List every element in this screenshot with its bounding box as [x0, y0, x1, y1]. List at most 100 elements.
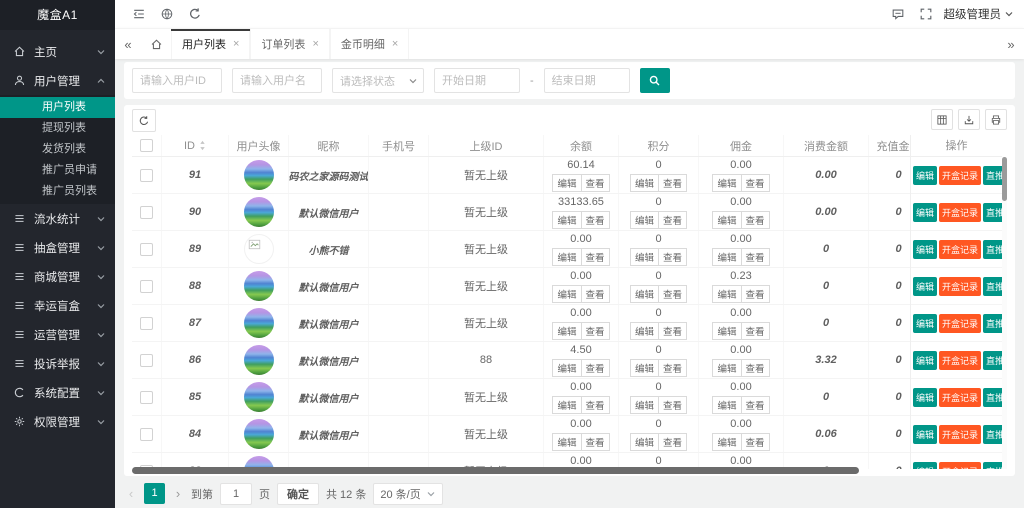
sidebar-item[interactable]: 流水统计: [0, 204, 115, 233]
clear-cache-icon[interactable]: [153, 0, 181, 28]
page-size-select[interactable]: 20 条/页: [373, 483, 442, 505]
prev-page-button[interactable]: ‹: [125, 486, 137, 501]
cell-edit-button[interactable]: 编辑: [712, 396, 741, 414]
row-checkbox[interactable]: [140, 243, 153, 256]
cell-view-button[interactable]: 查看: [582, 396, 610, 414]
action-direct-team-button[interactable]: 直推团队: [983, 314, 1002, 333]
cell-edit-button[interactable]: 编辑: [552, 211, 581, 229]
print-icon[interactable]: [985, 109, 1007, 130]
sidebar-subitem[interactable]: 用户列表: [0, 97, 115, 118]
page-number-button[interactable]: 1: [144, 483, 165, 504]
cell-view-button[interactable]: 查看: [742, 359, 770, 377]
cell-edit-button[interactable]: 编辑: [630, 322, 659, 340]
tabs-scroll-left-button[interactable]: «: [115, 29, 141, 59]
cell-view-button[interactable]: 查看: [582, 174, 610, 192]
tab-close-icon[interactable]: ×: [233, 38, 239, 50]
fullscreen-icon[interactable]: [912, 0, 940, 28]
cell-edit-button[interactable]: 编辑: [552, 285, 581, 303]
action-edit-button[interactable]: 编辑: [913, 425, 937, 444]
cell-edit-button[interactable]: 编辑: [712, 433, 741, 451]
sidebar-subitem[interactable]: 推广员列表: [0, 181, 115, 202]
cell-view-button[interactable]: 查看: [582, 248, 610, 266]
action-open-box-record-button[interactable]: 开盒记录: [939, 314, 981, 333]
cell-edit-button[interactable]: 编辑: [630, 359, 659, 377]
sidebar-subitem[interactable]: 发货列表: [0, 139, 115, 160]
refresh-page-icon[interactable]: [181, 0, 209, 28]
action-open-box-record-button[interactable]: 开盒记录: [939, 388, 981, 407]
cell-edit-button[interactable]: 编辑: [552, 322, 581, 340]
sidebar-item[interactable]: 运营管理: [0, 320, 115, 349]
tab-close-icon[interactable]: ×: [312, 38, 318, 50]
cell-edit-button[interactable]: 编辑: [552, 433, 581, 451]
tab-item[interactable]: 订单列表×: [250, 29, 329, 59]
action-open-box-record-button[interactable]: 开盒记录: [939, 240, 981, 259]
export-icon[interactable]: [958, 109, 980, 130]
action-edit-button[interactable]: 编辑: [913, 277, 937, 296]
cell-view-button[interactable]: 查看: [582, 285, 610, 303]
cell-view-button[interactable]: 查看: [582, 322, 610, 340]
end-date-input[interactable]: [544, 68, 630, 93]
cell-view-button[interactable]: 查看: [659, 322, 687, 340]
action-edit-button[interactable]: 编辑: [913, 240, 937, 259]
cell-view-button[interactable]: 查看: [659, 433, 687, 451]
admin-dropdown[interactable]: 超级管理员: [944, 6, 1015, 22]
horizontal-scrollbar-thumb[interactable]: [132, 467, 859, 474]
cell-edit-button[interactable]: 编辑: [552, 174, 581, 192]
home-tab-icon[interactable]: [141, 29, 171, 59]
cell-edit-button[interactable]: 编辑: [712, 359, 741, 377]
action-edit-button[interactable]: 编辑: [913, 314, 937, 333]
action-edit-button[interactable]: 编辑: [913, 166, 937, 185]
cell-view-button[interactable]: 查看: [742, 396, 770, 414]
cell-edit-button[interactable]: 编辑: [712, 285, 741, 303]
action-direct-team-button[interactable]: 直推团队: [983, 351, 1002, 370]
action-open-box-record-button[interactable]: 开盒记录: [939, 277, 981, 296]
sidebar-item[interactable]: 幸运盲盒: [0, 291, 115, 320]
next-page-button[interactable]: ›: [172, 486, 184, 501]
action-direct-team-button[interactable]: 直推团队: [983, 277, 1002, 296]
row-checkbox[interactable]: [140, 354, 153, 367]
cell-edit-button[interactable]: 编辑: [552, 359, 581, 377]
cell-view-button[interactable]: 查看: [582, 359, 610, 377]
cell-edit-button[interactable]: 编辑: [712, 248, 741, 266]
cell-edit-button[interactable]: 编辑: [712, 322, 741, 340]
tab-close-icon[interactable]: ×: [392, 38, 398, 50]
cell-edit-button[interactable]: 编辑: [630, 211, 659, 229]
user-id-input[interactable]: [132, 68, 222, 93]
cell-view-button[interactable]: 查看: [742, 285, 770, 303]
row-checkbox[interactable]: [140, 391, 153, 404]
row-checkbox[interactable]: [140, 280, 153, 293]
cell-view-button[interactable]: 查看: [582, 211, 610, 229]
action-open-box-record-button[interactable]: 开盒记录: [939, 203, 981, 222]
sidebar-item[interactable]: 投诉举报: [0, 349, 115, 378]
tab-item[interactable]: 用户列表×: [171, 29, 250, 59]
search-button[interactable]: [640, 68, 670, 93]
cell-view-button[interactable]: 查看: [742, 174, 770, 192]
cell-view-button[interactable]: 查看: [659, 174, 687, 192]
cell-edit-button[interactable]: 编辑: [552, 248, 581, 266]
sidebar-item[interactable]: 商城管理: [0, 262, 115, 291]
vertical-scrollbar-thumb[interactable]: [1002, 157, 1007, 201]
cell-view-button[interactable]: 查看: [742, 248, 770, 266]
menu-fold-icon[interactable]: [125, 0, 153, 28]
action-open-box-record-button[interactable]: 开盒记录: [939, 166, 981, 185]
cell-edit-button[interactable]: 编辑: [712, 211, 741, 229]
action-direct-team-button[interactable]: 直推团队: [983, 166, 1002, 185]
cell-edit-button[interactable]: 编辑: [630, 396, 659, 414]
action-edit-button[interactable]: 编辑: [913, 388, 937, 407]
username-input[interactable]: [232, 68, 322, 93]
cell-edit-button[interactable]: 编辑: [712, 174, 741, 192]
row-checkbox[interactable]: [140, 428, 153, 441]
action-direct-team-button[interactable]: 直推团队: [983, 425, 1002, 444]
sidebar-subitem[interactable]: 提现列表: [0, 118, 115, 139]
sidebar-subitem[interactable]: 推广员申请: [0, 160, 115, 181]
cell-view-button[interactable]: 查看: [582, 433, 610, 451]
action-edit-button[interactable]: 编辑: [913, 351, 937, 370]
cell-view-button[interactable]: 查看: [659, 211, 687, 229]
sidebar-item[interactable]: 用户管理: [0, 66, 115, 95]
cell-edit-button[interactable]: 编辑: [552, 396, 581, 414]
cell-view-button[interactable]: 查看: [742, 433, 770, 451]
action-direct-team-button[interactable]: 直推团队: [983, 203, 1002, 222]
status-select[interactable]: 请选择状态: [332, 68, 424, 93]
sort-icon[interactable]: [199, 140, 206, 151]
action-direct-team-button[interactable]: 直推团队: [983, 388, 1002, 407]
